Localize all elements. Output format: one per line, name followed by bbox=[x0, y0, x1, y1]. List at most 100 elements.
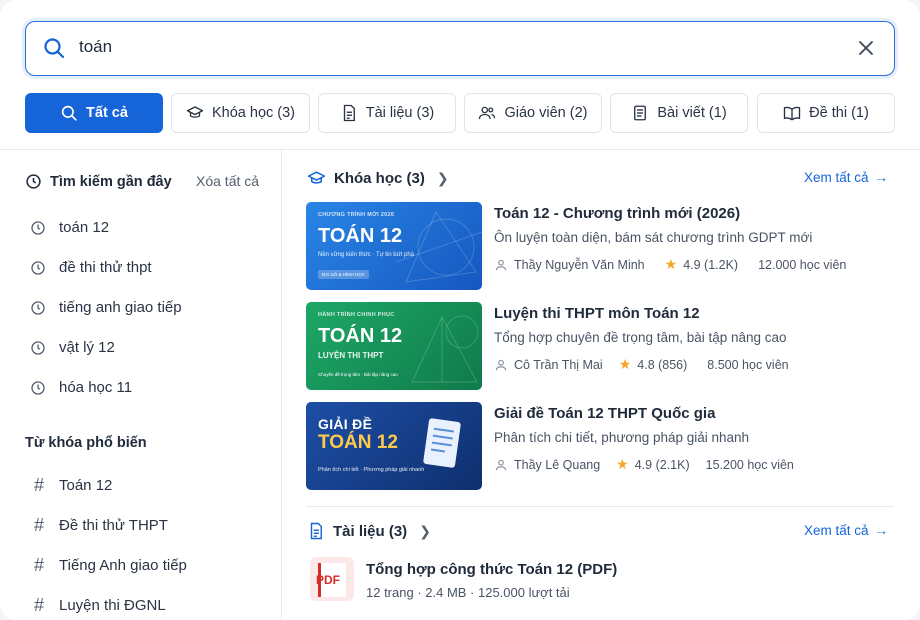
courses-section-heading[interactable]: Khóa học (3) ❯ bbox=[307, 169, 449, 188]
tab-label: Tất cả bbox=[86, 105, 128, 121]
document-title[interactable]: Tổng hợp công thức Toán 12 (PDF) bbox=[366, 561, 617, 578]
course-rating: 4.8 (856) bbox=[637, 357, 688, 372]
tab-label: Khóa học (3) bbox=[211, 105, 296, 121]
search-icon bbox=[44, 38, 65, 59]
tab-label: Giáo viên (2) bbox=[504, 105, 588, 121]
recent-item-label: tiếng anh giao tiếp bbox=[59, 299, 182, 316]
course-meta: Cô Trần Thị Mai ★ 4.8 (856) 8.500 học vi… bbox=[494, 356, 789, 373]
close-icon[interactable] bbox=[856, 38, 876, 58]
clear-all-button[interactable]: Xóa tất cả bbox=[196, 173, 259, 189]
course-teacher: Cô Trần Thị Mai bbox=[514, 357, 603, 372]
divider bbox=[0, 149, 920, 150]
hashtag-icon: # bbox=[33, 595, 44, 615]
course-students: 8.500 học viên bbox=[707, 357, 789, 372]
recent-item-label: toán 12 bbox=[59, 219, 110, 236]
course-rating: 4.9 (1.2K) bbox=[683, 257, 739, 272]
clock-icon bbox=[31, 260, 45, 275]
thumb-subtitle: Phân tích chi tiết · Phương pháp giải nh… bbox=[318, 467, 425, 473]
documents-section-heading[interactable]: Tài liệu (3) ❯ bbox=[307, 522, 431, 540]
clock-icon bbox=[31, 340, 45, 355]
course-title[interactable]: Giải đề Toán 12 THPT Quốc gia bbox=[494, 405, 715, 422]
popular-item-label: Đề thi thử THPT bbox=[59, 517, 168, 534]
recent-item[interactable]: tiếng anh giao tiếp bbox=[30, 299, 182, 316]
popular-item[interactable]: # Đề thi thử THPT bbox=[32, 515, 168, 536]
user-icon bbox=[494, 457, 508, 472]
thumb-title: TOÁN 12 bbox=[318, 325, 403, 347]
recent-item[interactable]: vật lý 12 bbox=[30, 339, 115, 356]
documents-section-title: Tài liệu (3) bbox=[333, 522, 408, 540]
star-icon: ★ bbox=[618, 356, 632, 372]
arrow-right-icon: → bbox=[874, 523, 889, 538]
book-icon bbox=[783, 106, 801, 121]
courses-section-title: Khóa học (3) bbox=[334, 170, 425, 187]
article-icon bbox=[634, 105, 647, 121]
course-description: Tổng hợp chuyên đề trọng tâm, bài tập nâ… bbox=[494, 330, 787, 345]
pdf-icon: PDF bbox=[310, 557, 354, 601]
popular-item-label: Toán 12 bbox=[59, 477, 113, 494]
thumb-title: TOÁN 12 bbox=[318, 225, 403, 247]
popular-item[interactable]: # Tiếng Anh giao tiếp bbox=[32, 555, 187, 576]
document-item[interactable]: PDF Tổng hợp công thức Toán 12 (PDF) 12 … bbox=[306, 553, 886, 613]
thumb-caption: HÀNH TRÌNH CHINH PHỤC bbox=[318, 312, 395, 318]
users-icon bbox=[479, 106, 496, 120]
document-icon bbox=[423, 418, 461, 468]
recent-item-label: hóa học 11 bbox=[59, 379, 133, 396]
tab-teachers[interactable]: Giáo viên (2) bbox=[464, 93, 602, 133]
course-title[interactable]: Luyện thi THPT môn Toán 12 bbox=[494, 305, 700, 322]
course-card[interactable]: HÀNH TRÌNH CHINH PHỤC TOÁN 12 LUYỆN THI … bbox=[306, 302, 886, 390]
thumb-caption: GIẢI ĐỀ bbox=[318, 416, 373, 432]
tab-all[interactable]: Tất cả bbox=[25, 93, 163, 133]
divider bbox=[306, 506, 894, 507]
course-students: 15.200 học viên bbox=[705, 457, 794, 472]
search-icon bbox=[61, 105, 77, 121]
recent-searches-heading: Tìm kiếm gần đây bbox=[25, 173, 172, 190]
clock-icon bbox=[31, 300, 45, 315]
course-title[interactable]: Toán 12 - Chương trình mới (2026) bbox=[494, 205, 740, 222]
popular-keywords-title: Từ khóa phổ biến bbox=[25, 435, 147, 451]
tab-documents[interactable]: Tài liệu (3) bbox=[318, 93, 456, 133]
recent-item[interactable]: đề thi thử thpt bbox=[30, 259, 152, 276]
popular-item[interactable]: # Toán 12 bbox=[32, 475, 112, 496]
user-icon bbox=[494, 357, 508, 372]
pdf-label: PDF bbox=[316, 573, 340, 587]
popular-item-label: Luyện thi ĐGNL bbox=[59, 597, 166, 614]
chevron-right-icon: ❯ bbox=[436, 170, 449, 186]
popular-item[interactable]: # Luyện thi ĐGNL bbox=[32, 595, 166, 616]
clock-icon bbox=[26, 174, 41, 189]
course-rating: 4.9 (2.1K) bbox=[634, 457, 690, 472]
search-bar[interactable]: toán bbox=[25, 21, 895, 76]
see-all-courses-link[interactable]: Xem tất cả → bbox=[804, 170, 888, 185]
chevron-right-icon: ❯ bbox=[419, 522, 431, 539]
recent-item-label: đề thi thử thpt bbox=[59, 259, 152, 276]
tab-articles[interactable]: Bài viết (1) bbox=[610, 93, 748, 133]
recent-item-label: vật lý 12 bbox=[59, 339, 115, 356]
tab-courses[interactable]: Khóa học (3) bbox=[171, 93, 310, 133]
course-teacher: Thầy Lê Quang bbox=[514, 457, 601, 472]
course-card[interactable]: GIẢI ĐỀ TOÁN 12 Phân tích chi tiết · Phư… bbox=[306, 402, 886, 490]
filter-tabs: Tất cả Khóa học (3) Tài liệu (3) Giáo vi… bbox=[25, 93, 895, 133]
course-meta: Thầy Lê Quang ★ 4.9 (2.1K) 15.200 học vi… bbox=[494, 456, 794, 473]
course-card[interactable]: CHƯƠNG TRÌNH MỚI 2026 TOÁN 12 Nền vững k… bbox=[306, 202, 886, 290]
divider bbox=[281, 150, 282, 620]
clock-icon bbox=[31, 220, 45, 235]
document-icon bbox=[343, 104, 355, 122]
star-icon: ★ bbox=[616, 456, 629, 472]
search-panel: toán Tất cả Khóa học (3) Tài liệu (3) Gi… bbox=[0, 0, 920, 620]
popular-keywords-heading: Từ khóa phổ biến bbox=[25, 435, 147, 451]
tab-exams[interactable]: Đề thi (1) bbox=[757, 93, 895, 133]
see-all-documents-link[interactable]: Xem tất cả → bbox=[804, 523, 888, 538]
tab-label: Bài viết (1) bbox=[657, 105, 727, 121]
recent-item[interactable]: toán 12 bbox=[30, 219, 109, 236]
thumb-tag: ĐẠI SỐ & HÌNH HỌC bbox=[318, 270, 370, 279]
graduation-cap-icon bbox=[307, 171, 326, 184]
course-meta: Thầy Nguyễn Văn Minh ★ 4.9 (1.2K) 12.000… bbox=[494, 256, 846, 273]
document-meta: 12 trang · 2.4 MB · 125.000 lượt tải bbox=[366, 585, 570, 600]
thumb-subtitle: Nền vững kiến thức · Tự tin bứt phá bbox=[318, 252, 414, 258]
see-all-label: Xem tất cả bbox=[803, 523, 869, 538]
recent-searches-title: Tìm kiếm gần đây bbox=[50, 173, 172, 190]
search-input[interactable]: toán bbox=[79, 37, 112, 57]
recent-item[interactable]: hóa học 11 bbox=[30, 379, 132, 396]
star-icon: ★ bbox=[664, 256, 678, 272]
course-thumbnail: HÀNH TRÌNH CHINH PHỤC TOÁN 12 LUYỆN THI … bbox=[306, 302, 482, 390]
course-teacher: Thầy Nguyễn Văn Minh bbox=[514, 257, 645, 272]
